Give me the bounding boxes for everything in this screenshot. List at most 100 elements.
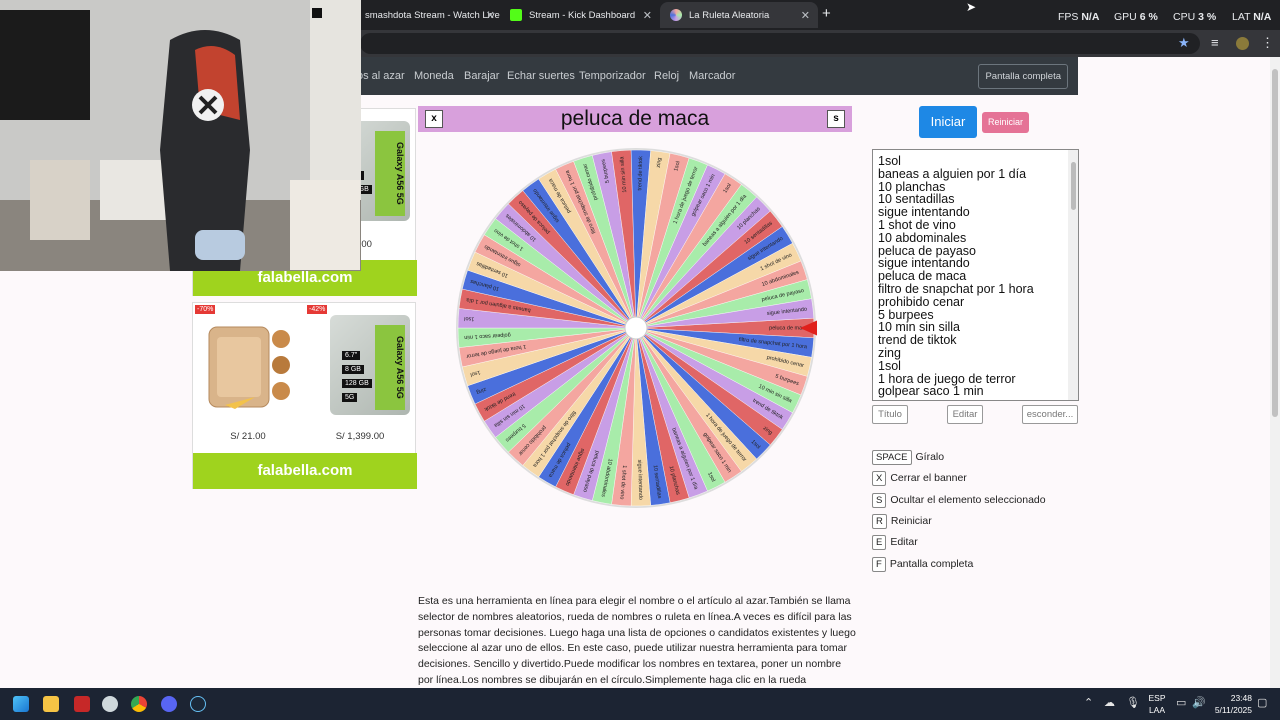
page-scrollbar[interactable] (1270, 57, 1280, 688)
entry-line: filtro de snapchat por 1 hora (878, 281, 1034, 296)
wheel-favicon-icon (670, 9, 682, 21)
hide-button[interactable]: esconder... (1022, 405, 1078, 424)
close-icon[interactable]: ✕ (643, 9, 652, 22)
media-queue-icon[interactable]: ≡ (1211, 35, 1219, 50)
title-button[interactable]: Título (872, 405, 908, 424)
tab-kick-dashboard[interactable]: Stream - Kick Dashboard ✕ (500, 2, 660, 28)
wheel-label: 1sol (464, 315, 474, 322)
entries-text: 1sol baneas a alguien por 1 día 10 plancha… (878, 155, 1034, 398)
url-input[interactable] (360, 33, 1200, 54)
entry-line: baneas a alguien por 1 día (878, 166, 1027, 181)
phone-image: 6.7" 8 GB 128 GB 5G Galaxy A56 5G (330, 315, 410, 415)
reset-button[interactable]: Reiniciar (982, 112, 1029, 133)
nav-link-reloj[interactable]: Reloj (654, 70, 679, 82)
spin-wheel[interactable]: peluca de macafiltro de snapchat por 1 h… (455, 147, 817, 509)
entry-line: golpear saco 1 min (878, 384, 984, 399)
nav-link-temporizador[interactable]: Temporizador (579, 70, 646, 82)
app-circle-icon[interactable] (102, 696, 118, 712)
shortcut-key: SPACE (872, 450, 912, 465)
entry-line: zing (878, 345, 901, 360)
tray-chevron-up-icon[interactable]: ⌃ (1084, 696, 1093, 709)
nav-link-barajar[interactable]: Barajar (464, 70, 499, 82)
ad-price: S/ 1,399.00 (335, 431, 385, 442)
shortcut-key: X (872, 471, 887, 486)
start-button[interactable]: Iniciar (919, 106, 977, 138)
shortcut-label: Pantalla completa (889, 558, 974, 570)
shortcut-row: S Ocultar el elemento seleccionado (872, 493, 1046, 508)
shortcut-row: R Reiniciar (872, 514, 932, 529)
network-icon[interactable]: ▭ (1176, 696, 1186, 709)
scroll-thumb[interactable] (1272, 69, 1278, 417)
bookmark-star-icon[interactable]: ★ (1178, 35, 1190, 51)
windows-taskbar: ⌃ ☁ 🎙 ESP LAA ▭ 🔊 23:48 5/11/2025 ▢ (0, 688, 1280, 720)
kebab-menu-icon[interactable]: ⋮ (1261, 35, 1274, 51)
fps-readout: FPS N/A (1058, 11, 1100, 23)
mouse-cursor-icon: ➤ (966, 0, 977, 14)
wheel-label: sigue intentando (636, 460, 643, 501)
new-tab-button[interactable]: + (822, 5, 831, 22)
shortcut-row: E Editar (872, 535, 918, 550)
nav-link-marcador[interactable]: Marcador (689, 70, 735, 82)
steam-icon[interactable] (190, 696, 206, 712)
shortcut-label: Reiniciar (890, 515, 932, 527)
shortcut-row: SPACE Gíralo (872, 450, 944, 465)
volume-icon[interactable]: 🔊 (1192, 696, 1206, 709)
fullscreen-button[interactable]: Pantalla completa (978, 64, 1068, 89)
shortcut-key: E (872, 535, 887, 550)
microphone-icon[interactable]: 🎙 (1126, 696, 1140, 709)
falabella-logo[interactable]: falabella.com (193, 453, 417, 489)
hide-selected-button[interactable]: s (827, 110, 845, 128)
shortcut-label: Gíralo (915, 451, 945, 463)
description-text: Esta es una herramienta en línea para el… (418, 595, 856, 686)
scroll-thumb[interactable] (1071, 162, 1076, 210)
entry-line: prohibido cenar (878, 294, 965, 309)
nav-link-moneda[interactable]: Moneda (414, 70, 454, 82)
entry-line: 1sol (878, 358, 901, 373)
air-fryer-liner-image (208, 326, 290, 409)
shortcut-row: X Cerrar el banner (872, 471, 967, 486)
cloud-icon[interactable]: ☁ (1104, 696, 1115, 709)
entry-line: 10 abdominales (878, 230, 967, 245)
tab-title: Stream - Kick Dashboard (529, 9, 636, 21)
shortcut-label: Ocultar el elemento seleccionado (890, 494, 1046, 506)
close-icon[interactable]: ✕ (486, 9, 495, 22)
file-explorer-icon[interactable] (43, 696, 59, 712)
shortcut-label: Editar (890, 536, 918, 548)
cpu-readout: CPU 3 % (1173, 11, 1217, 23)
wheel-label: trend de tiktok (637, 156, 644, 191)
webcam-feed-image (0, 0, 361, 271)
discount-badge: -42% (307, 305, 328, 314)
windows-start-icon[interactable] (13, 696, 29, 712)
nav-link-echar-suertes[interactable]: Echar suertes (507, 70, 575, 82)
shortcut-label: Cerrar el banner (890, 472, 967, 484)
notification-icon[interactable]: ▢ (1257, 696, 1267, 709)
tab-title: smashdota Stream - Watch Live (365, 9, 500, 21)
webcam-overlay (0, 0, 361, 271)
discount-badge: -70% (195, 305, 216, 314)
kick-icon (510, 9, 522, 21)
edit-button[interactable]: Editar (947, 405, 983, 424)
nav-link-azar[interactable]: os al azar (357, 70, 405, 82)
textarea-scrollbar[interactable] (1068, 150, 1078, 400)
app-x-icon[interactable] (74, 696, 90, 712)
tab-ruleta[interactable]: La Ruleta Aleatoria ✕ (660, 2, 818, 28)
lat-readout: LAT N/A (1232, 11, 1272, 23)
tab-smashdota[interactable]: smashdota Stream - Watch Live ✕ (355, 2, 503, 28)
gpu-readout: GPU 6 % (1114, 11, 1158, 23)
selected-result: peluca de maca (560, 107, 710, 130)
profile-avatar[interactable] (1236, 37, 1249, 50)
shortcut-key: F (872, 557, 886, 572)
entries-textarea[interactable]: 1sol baneas a alguien por 1 día 10 plancha… (872, 149, 1079, 401)
close-banner-button[interactable]: x (425, 110, 443, 128)
ad-banner-bottom[interactable]: -70% -42% 6.7" 8 GB 128 GB 5G Galaxy A56… (192, 302, 417, 489)
discord-icon[interactable] (161, 696, 177, 712)
wheel-hub (624, 316, 648, 340)
system-clock[interactable]: 23:48 5/11/2025 (1206, 692, 1252, 716)
shortcut-key: R (872, 514, 887, 529)
close-icon[interactable]: ✕ (801, 9, 810, 22)
shortcut-key: S (872, 493, 887, 508)
result-banner: peluca de maca x s (418, 106, 852, 132)
chrome-icon[interactable] (131, 696, 147, 712)
language-indicator[interactable]: ESP LAA (1146, 692, 1168, 716)
screen: smashdota Stream - Watch Live ✕ Stream -… (0, 0, 1280, 720)
